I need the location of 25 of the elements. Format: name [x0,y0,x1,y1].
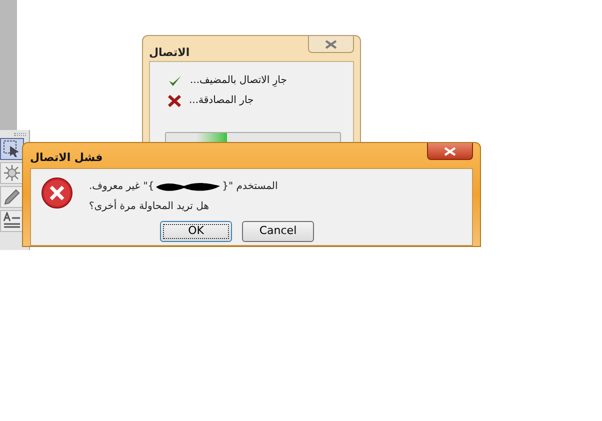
tool-button[interactable] [0,186,24,208]
text-tool-icon [3,212,21,230]
redaction-scribble [154,181,222,193]
step-label: جار المصادقة... [189,94,254,108]
error-icon [41,177,73,209]
step-label: جارِ الاتصال بالمضيف... [190,74,287,88]
close-icon [325,40,337,48]
grip-icon [14,133,26,136]
window-title: فشل الاتصال [30,150,103,166]
tool-button[interactable] [0,138,24,160]
burst-icon [3,164,21,182]
tool-button[interactable] [0,162,24,184]
error-message: المستخدم "{ [222,181,278,193]
dialog-button[interactable]: Cancel [242,221,314,242]
check-icon [168,75,182,87]
close-button[interactable] [427,143,473,160]
tool-button[interactable] [0,210,24,232]
close-icon [444,146,456,156]
pencil-icon [3,188,21,206]
window-title: الاتصال [149,45,190,61]
cross-icon [168,95,181,107]
retry-question: هل تريد المحاولة مرة أخرى؟ [89,201,209,213]
error-message: }" غير معروف. [89,181,154,193]
dialog-button[interactable]: OK [160,221,232,242]
selection-arrow-icon [3,140,21,158]
